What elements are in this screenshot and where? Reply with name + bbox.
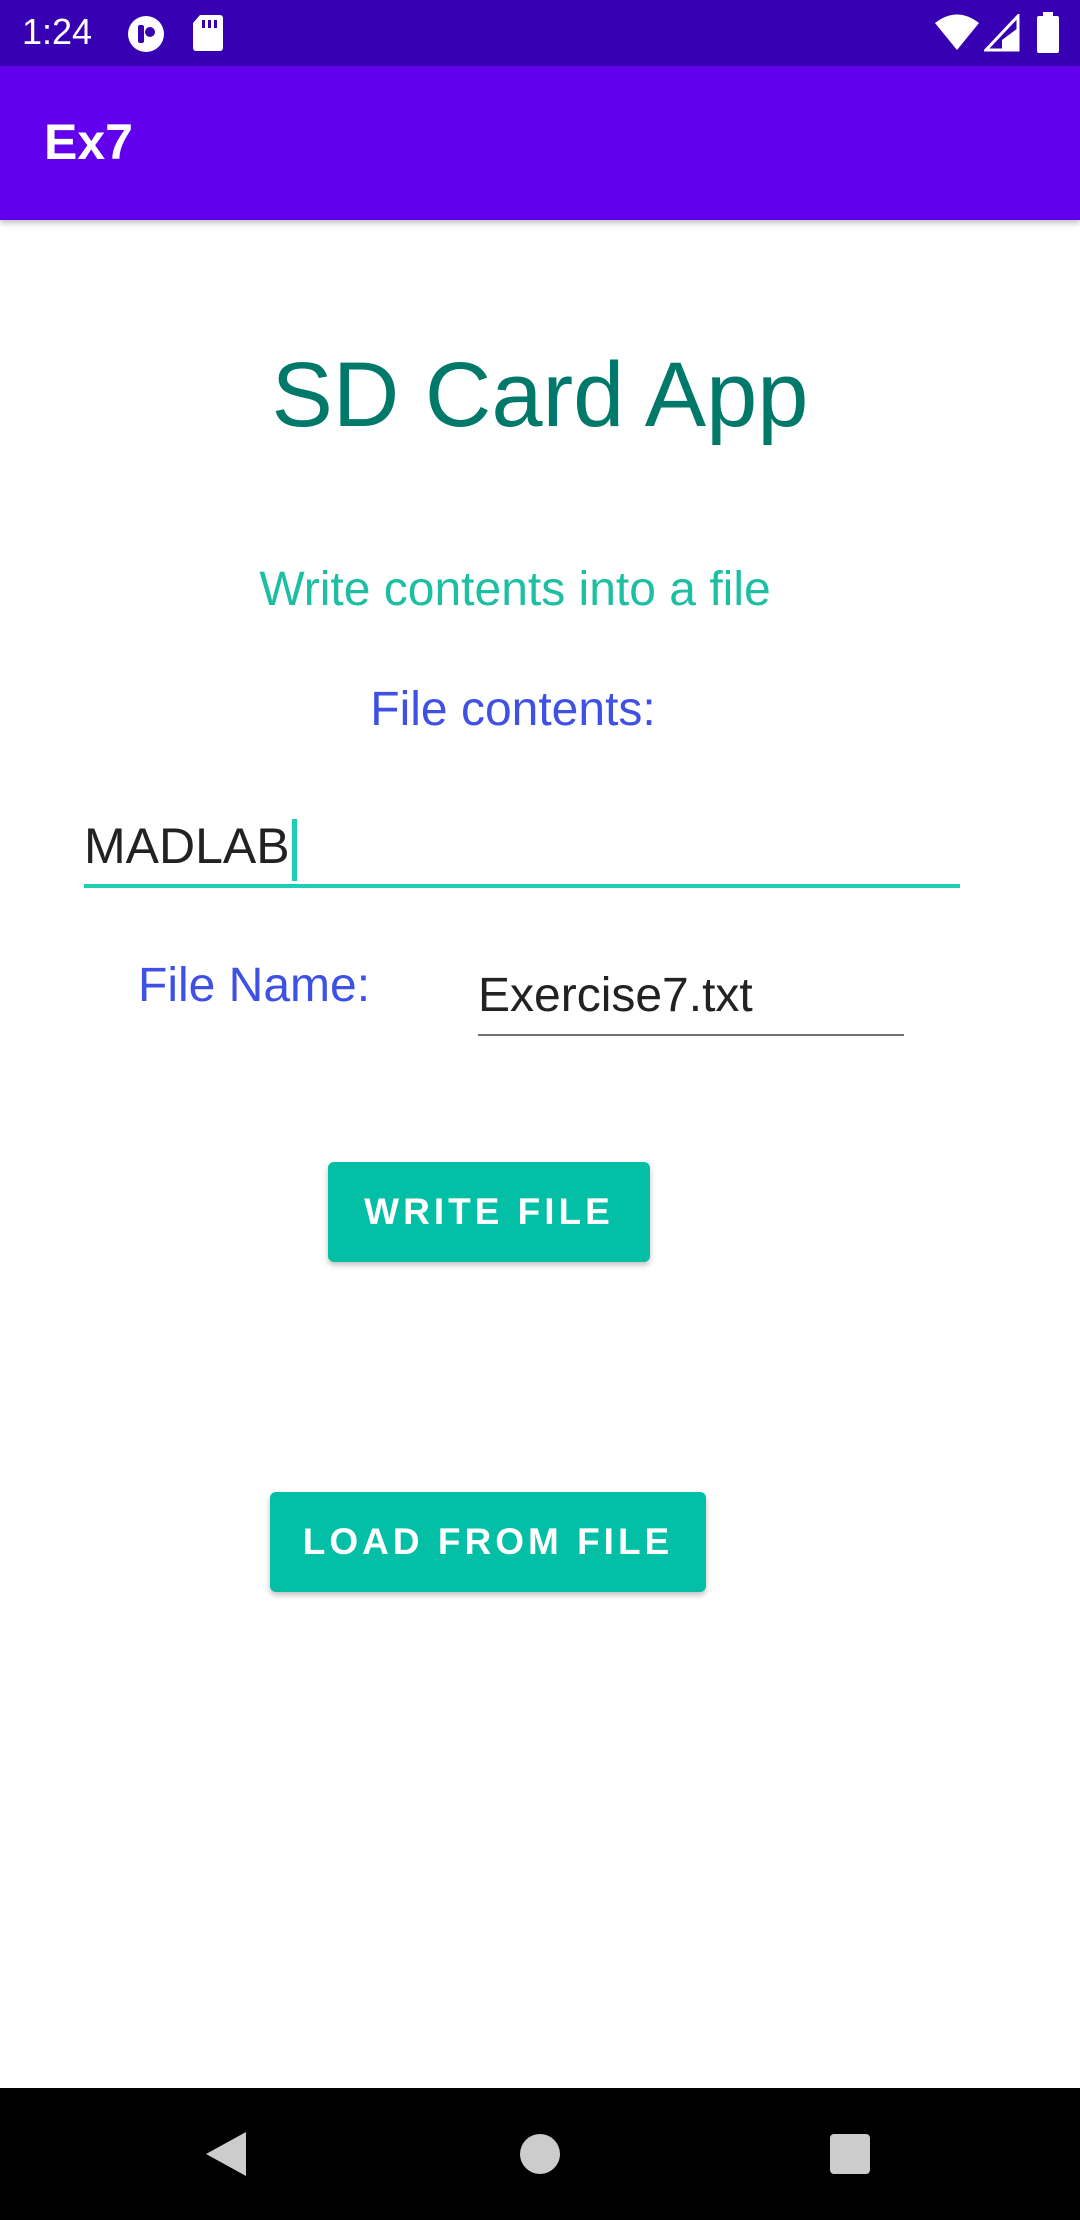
wifi-icon	[934, 14, 980, 56]
text-cursor	[291, 818, 297, 881]
load-from-file-button[interactable]: LOAD FROM FILE	[270, 1492, 706, 1592]
page-subheading: Write contents into a file	[259, 563, 771, 616]
file-contents-value: MADLAB	[84, 816, 297, 881]
signal-icon	[982, 12, 1020, 56]
app-bar: Ex7	[0, 66, 1080, 220]
screen: 1:24 Ex7 SD Card App Write contents into…	[0, 0, 1080, 2220]
back-icon[interactable]	[202, 2130, 248, 2182]
navigation-bar	[0, 2088, 1080, 2220]
file-name-label: File Name:	[138, 959, 371, 1012]
recents-icon[interactable]	[828, 2132, 872, 2180]
app-title: Ex7	[44, 114, 133, 170]
home-icon[interactable]	[518, 2132, 562, 2180]
file-contents-text: MADLAB	[84, 818, 290, 874]
page-heading: SD Card App	[271, 344, 809, 446]
file-contents-label: File contents:	[370, 683, 656, 736]
battery-icon	[1036, 12, 1060, 58]
write-file-button[interactable]: WRITE FILE	[328, 1162, 650, 1262]
sd-card-icon	[192, 14, 224, 56]
file-name-value: Exercise7.txt	[478, 969, 753, 1022]
status-bar: 1:24	[0, 0, 1080, 66]
file-name-input[interactable]: Exercise7.txt	[478, 956, 904, 1036]
status-time: 1:24	[22, 11, 93, 52]
notification-app-icon	[126, 14, 166, 58]
file-contents-input[interactable]: MADLAB	[84, 808, 960, 888]
